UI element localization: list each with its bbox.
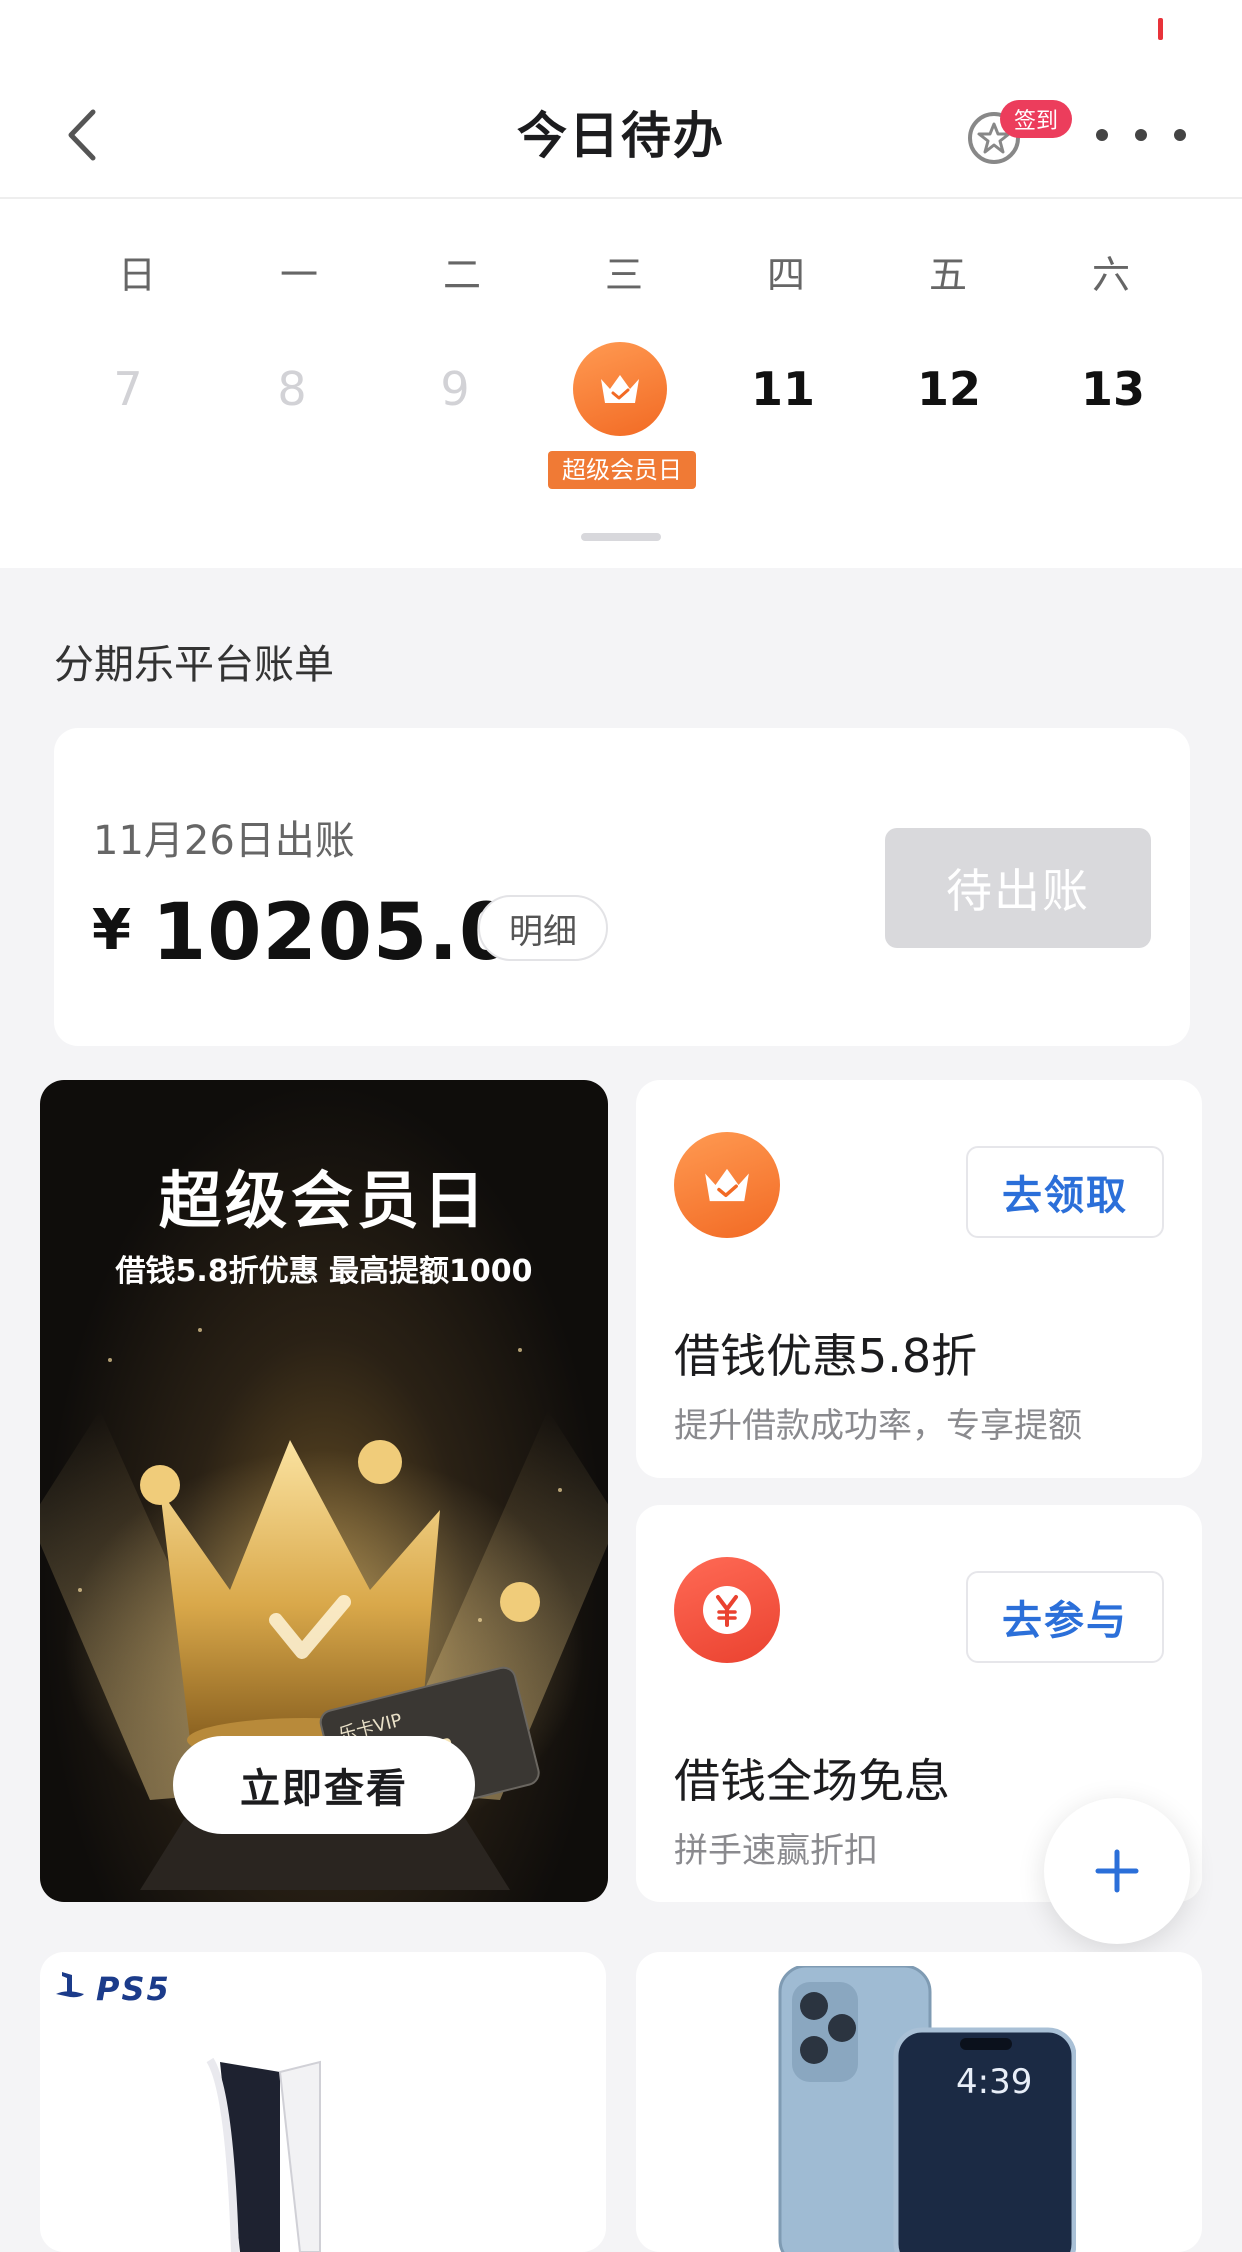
add-button[interactable] bbox=[1044, 1798, 1190, 1944]
member-day-tag: 超级会员日 bbox=[548, 451, 696, 489]
weekday-label: 五 bbox=[928, 253, 967, 297]
offer-subtitle: 拼手速赢折扣 bbox=[674, 1831, 878, 1871]
offer-title: 借钱优惠5.8折 bbox=[674, 1329, 978, 1383]
crown-icon bbox=[601, 375, 639, 403]
playstation-logo-icon bbox=[56, 1972, 84, 1998]
weekday-label: 六 bbox=[1091, 253, 1130, 297]
promo-subtitle: 借钱5.8折优惠 最高提额1000 bbox=[115, 1254, 533, 1289]
iphone-image bbox=[778, 1966, 1076, 2252]
signin-tag: 签到 bbox=[1000, 100, 1073, 138]
weekday-label: 日 bbox=[117, 253, 156, 297]
phone-time-text: 4:39 bbox=[956, 2062, 1033, 2102]
calendar-day[interactable]: 8 bbox=[242, 362, 342, 416]
status-indicator bbox=[1158, 18, 1163, 40]
join-button[interactable]: 去参与 bbox=[966, 1571, 1164, 1663]
weekday-label: 三 bbox=[604, 253, 643, 297]
calendar-day-today[interactable] bbox=[573, 342, 667, 436]
more-dot-icon bbox=[1174, 129, 1186, 141]
bill-date: 11月26日出账 bbox=[93, 818, 355, 864]
pending-bill-button[interactable]: 待出账 bbox=[885, 828, 1151, 948]
section-title: 分期乐平台账单 bbox=[54, 642, 334, 688]
ps5-console-image bbox=[206, 2057, 321, 2252]
product-card[interactable]: 4:39 bbox=[636, 1952, 1202, 2252]
product-card[interactable]: PS5 bbox=[40, 1952, 606, 2252]
detail-button[interactable]: 明细 bbox=[478, 895, 608, 961]
calendar-day[interactable]: 12 bbox=[899, 362, 999, 416]
crown-icon bbox=[674, 1132, 780, 1238]
plus-icon bbox=[1095, 1849, 1139, 1893]
view-now-button[interactable]: 立即查看 bbox=[173, 1736, 475, 1834]
calendar-day[interactable]: 11 bbox=[733, 362, 833, 416]
yen-icon bbox=[674, 1557, 780, 1663]
more-dot-icon bbox=[1135, 129, 1147, 141]
calendar-day[interactable]: 9 bbox=[405, 362, 505, 416]
more-dot-icon bbox=[1096, 129, 1108, 141]
weekday-label: 二 bbox=[442, 253, 481, 297]
member-day-banner[interactable]: 超级会员日 借钱5.8折优惠 最高提额1000 乐卡VIP 立即查看 bbox=[40, 1080, 608, 1902]
offer-title: 借钱全场免息 bbox=[674, 1754, 950, 1808]
weekday-label: 四 bbox=[766, 253, 805, 297]
promo-title: 超级会员日 bbox=[158, 1164, 489, 1237]
calendar-day[interactable]: 13 bbox=[1063, 362, 1163, 416]
product-logo: PS5 bbox=[96, 1970, 171, 2008]
weekday-label: 一 bbox=[279, 253, 318, 297]
currency-symbol: ¥ bbox=[92, 898, 132, 963]
calendar-day[interactable]: 7 bbox=[78, 362, 178, 416]
claim-button[interactable]: 去领取 bbox=[966, 1146, 1164, 1238]
offer-subtitle: 提升借款成功率，专享提额 bbox=[674, 1406, 1082, 1446]
offer-card[interactable]: 去领取 借钱优惠5.8折 提升借款成功率，专享提额 bbox=[636, 1080, 1202, 1478]
more-button[interactable] bbox=[1096, 110, 1186, 160]
drag-handle[interactable] bbox=[581, 533, 661, 541]
signin-button[interactable]: 签到 bbox=[966, 100, 1076, 172]
header-divider bbox=[0, 197, 1242, 199]
